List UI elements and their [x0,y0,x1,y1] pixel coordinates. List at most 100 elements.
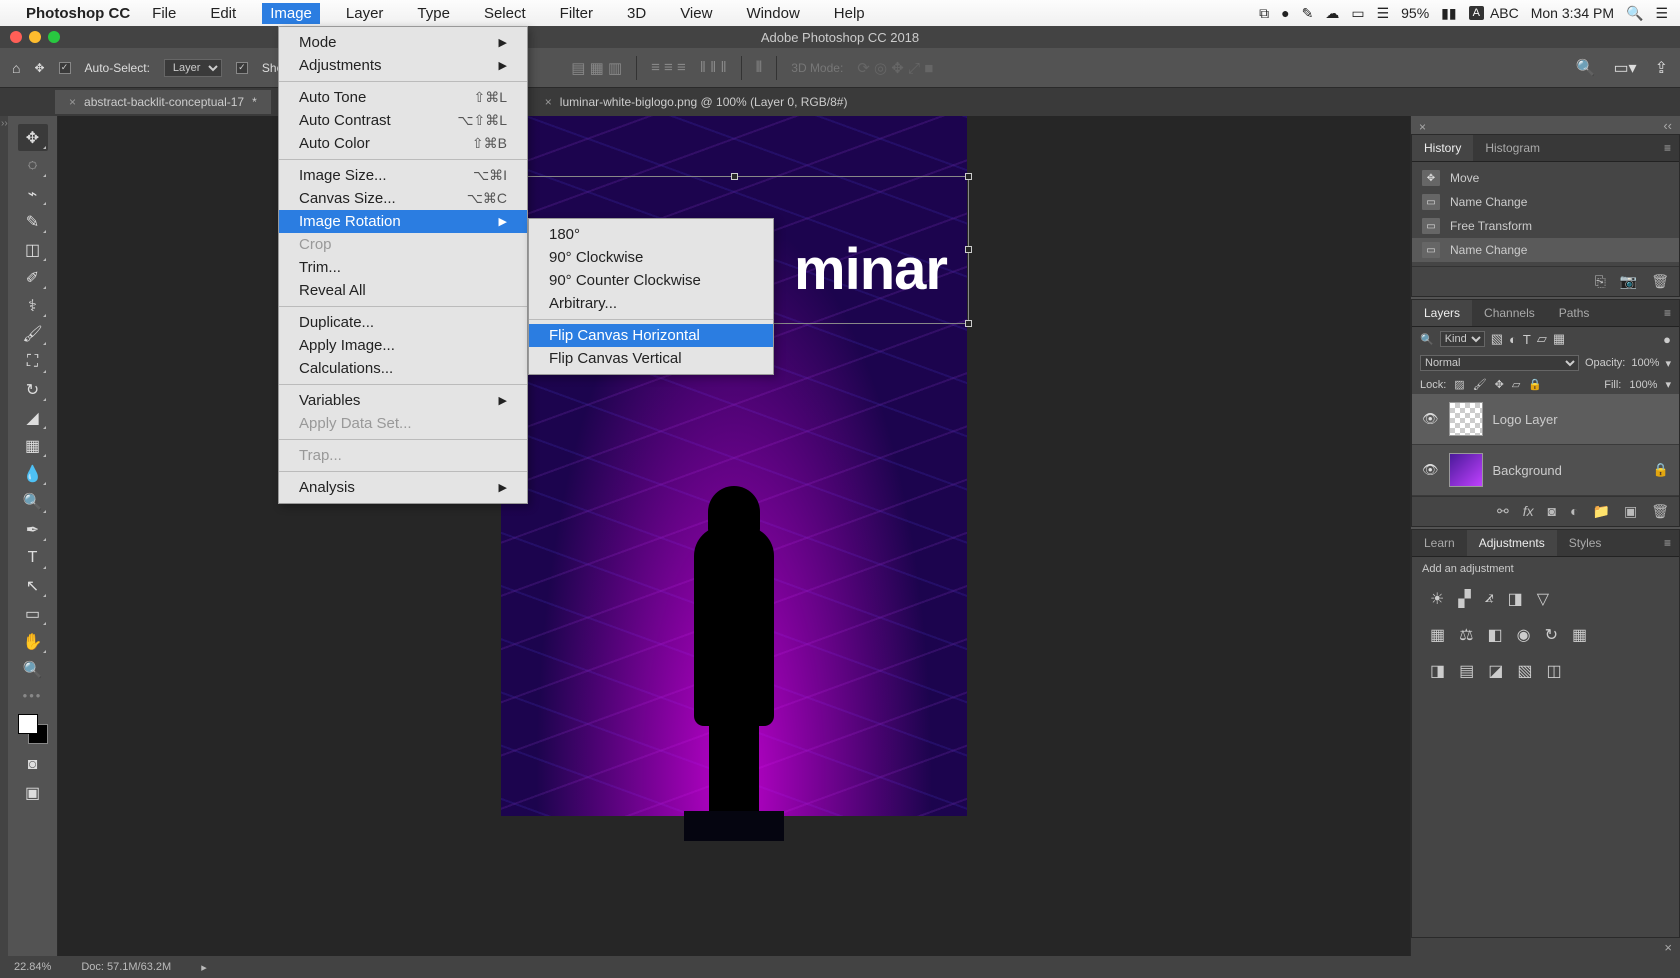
eyedropper-tool[interactable]: ✐ [18,264,48,291]
align-vertical[interactable]: ‖ ‖ ‖ [700,59,727,76]
path-select-tool[interactable]: ↖ [18,572,48,599]
menu-item-apply-image-[interactable]: Apply Image... [279,334,527,357]
color-lookup-icon[interactable]: ▦ [1572,625,1587,645]
levels-icon[interactable]: ▞ [1458,589,1470,609]
screen-mode-toggle[interactable]: ▣ [18,779,48,806]
fill-value[interactable]: 100% [1629,379,1657,391]
menu-item-calculations-[interactable]: Calculations... [279,357,527,380]
lock-artboard-icon[interactable]: ▱ [1512,378,1520,391]
menu-item-trim-[interactable]: Trim... [279,256,527,279]
auto-select-checkbox[interactable] [59,62,71,74]
quick-mask-toggle[interactable]: ◙ [18,751,48,778]
cloud-icon[interactable]: ☁ [1325,5,1339,22]
menu-help[interactable]: Help [826,3,873,24]
menu-item-auto-color[interactable]: Auto Color⇧⌘B [279,132,527,155]
menu-item-flip-canvas-vertical[interactable]: Flip Canvas Vertical [529,347,773,370]
history-item[interactable]: ▭Name Change [1412,238,1679,262]
clock[interactable]: Mon 3:34 PM [1531,5,1614,21]
trash-icon[interactable]: 🗑 [1651,503,1669,520]
move-tool[interactable]: ✥ [18,124,48,151]
blur-tool[interactable]: 💧 [18,460,48,487]
control-center-icon[interactable]: ☰ [1655,5,1668,22]
layer-mask-icon[interactable]: ◙ [1548,503,1556,520]
blend-mode-dropdown[interactable]: Normal [1420,355,1579,371]
layers-tab[interactable]: Layers [1412,300,1472,326]
gradient-tool[interactable]: ▦ [18,432,48,459]
zoom-level[interactable]: 22.84% [14,961,51,973]
channels-tab[interactable]: Channels [1472,300,1547,326]
layer-row[interactable]: 👁 Background 🔒 [1412,445,1679,496]
share-icon[interactable]: ⇪ [1655,58,1668,78]
filter-toggle[interactable]: ● [1663,332,1671,347]
paths-tab[interactable]: Paths [1547,300,1602,326]
menu-item-90-counter-clockwise[interactable]: 90° Counter Clockwise [529,269,773,292]
hue-icon[interactable]: ▦ [1430,625,1445,645]
history-brush-tool[interactable]: ↻ [18,376,48,403]
menu-item-auto-tone[interactable]: Auto Tone⇧⌘L [279,86,527,109]
panel-collapse-icon[interactable]: ‹‹ [1663,118,1672,133]
menu-item-adjustments[interactable]: Adjustments▶ [279,54,527,77]
adjustments-tab[interactable]: Adjustments [1467,530,1557,556]
app-tray-icon[interactable]: ● [1281,5,1289,21]
vibrance-icon[interactable]: ▽ [1537,589,1549,609]
document-tab-1[interactable]: × abstract-backlit-conceptual-17 * [55,90,271,114]
menu-item-mode[interactable]: Mode▶ [279,31,527,54]
tab-close-icon[interactable]: × [545,95,552,109]
menu-item-duplicate-[interactable]: Duplicate... [279,311,527,334]
panel-close-icon[interactable]: × [1419,120,1426,134]
snapshot-icon[interactable]: 📷 [1620,273,1637,290]
align-controls[interactable]: ▤ ▦ ▥ [571,59,622,77]
layer-thumbnail[interactable] [1449,453,1483,487]
dropbox-icon[interactable]: ⧉ [1259,5,1269,22]
menu-file[interactable]: File [144,3,184,24]
learn-tab[interactable]: Learn [1412,530,1467,556]
lock-position-icon[interactable]: ✥ [1495,378,1504,391]
panel-menu-icon[interactable]: ≡ [1656,306,1679,320]
edit-toolbar[interactable]: ••• [23,688,43,703]
panel-menu-icon[interactable]: ≡ [1656,141,1679,155]
menu-type[interactable]: Type [409,3,458,24]
show-transform-checkbox[interactable] [236,62,248,74]
lock-transparency-icon[interactable]: ▨ [1454,378,1464,391]
menu-item-analysis[interactable]: Analysis▶ [279,476,527,499]
lock-all-icon[interactable]: 🔒 [1528,378,1542,391]
curves-icon[interactable]: ⦨ [1485,589,1494,609]
feather-icon[interactable]: ✎ [1302,5,1314,22]
lock-pixels-icon[interactable]: 🖌 [1473,378,1487,391]
brightness-icon[interactable]: ☀ [1430,589,1444,609]
healing-tool[interactable]: ⚕ [18,292,48,319]
photo-filter-icon[interactable]: ◉ [1517,625,1531,645]
color-balance-icon[interactable]: ⚖ [1459,625,1473,645]
window-zoom-button[interactable] [48,31,60,43]
history-item[interactable]: ✥Move [1412,166,1679,190]
styles-tab[interactable]: Styles [1557,530,1614,556]
filter-type-icon[interactable]: T [1523,332,1531,347]
invert-icon[interactable]: ◨ [1430,661,1445,681]
search-icon[interactable]: 🔍 [1576,58,1596,78]
menu-item-flip-canvas-horizontal[interactable]: Flip Canvas Horizontal [529,324,773,347]
menu-item-image-size-[interactable]: Image Size...⌥⌘I [279,164,527,187]
hand-tool[interactable]: ✋ [18,628,48,655]
layer-fx-icon[interactable]: fx [1523,503,1534,520]
menu-view[interactable]: View [672,3,720,24]
menu-3d[interactable]: 3D [619,3,654,24]
type-tool[interactable]: T [18,544,48,571]
menu-item-variables[interactable]: Variables▶ [279,389,527,412]
menu-item-180-[interactable]: 180° [529,223,773,246]
panel-menu-icon[interactable]: ≡ [1656,536,1679,550]
menu-item-auto-contrast[interactable]: Auto Contrast⌥⇧⌘L [279,109,527,132]
adjustment-layer-icon[interactable]: ◐ [1570,503,1578,520]
menu-item-90-clockwise[interactable]: 90° Clockwise [529,246,773,269]
window-close-button[interactable] [10,31,22,43]
zoom-tool[interactable]: 🔍 [18,656,48,683]
threshold-icon[interactable]: ◪ [1488,661,1503,681]
color-swatches[interactable] [18,714,48,744]
screen-mode-icon[interactable]: ▭▾ [1613,58,1636,78]
eraser-tool[interactable]: ◢ [18,404,48,431]
menu-item-image-rotation[interactable]: Image Rotation▶ [279,210,527,233]
spotlight-icon[interactable]: 🔍 [1626,5,1643,22]
window-minimize-button[interactable] [29,31,41,43]
history-item[interactable]: ▭Free Transform [1412,214,1679,238]
dodge-tool[interactable]: 🔍 [18,488,48,515]
opacity-value[interactable]: 100% [1631,357,1659,369]
